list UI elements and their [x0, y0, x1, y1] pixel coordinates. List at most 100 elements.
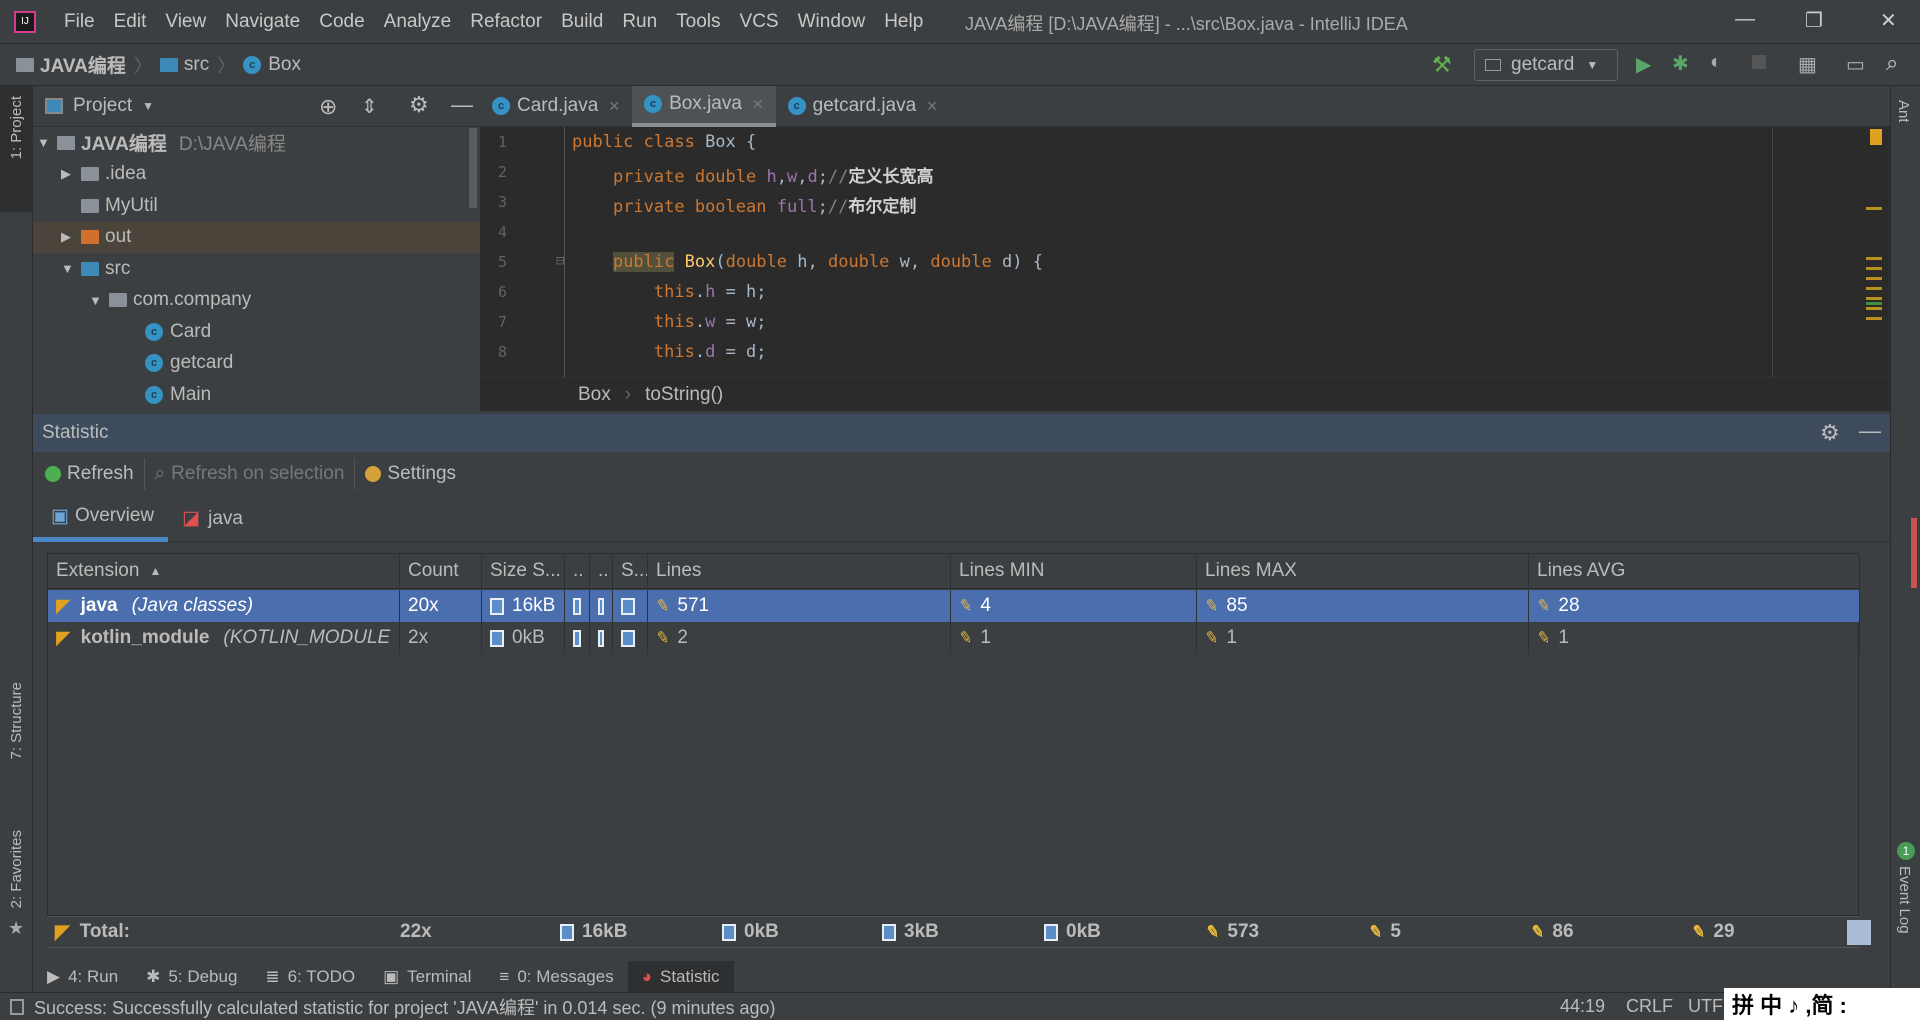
debug-tool-button[interactable]: ✱ 5: Debug — [132, 961, 251, 992]
file-encoding[interactable]: UTF — [1688, 996, 1723, 1017]
menu-help[interactable]: Help — [884, 11, 923, 33]
tree-item-out[interactable]: ▶ out — [33, 221, 480, 253]
minimize-button[interactable]: — — [1735, 8, 1755, 31]
close-tab-icon[interactable]: ✕ — [608, 98, 620, 115]
col-size-min[interactable]: .. — [565, 554, 590, 588]
tree-item-idea[interactable]: ▶ .idea — [33, 159, 480, 191]
statistic-tool-button[interactable]: ◕ Statistic — [627, 961, 734, 992]
todo-tool-button[interactable]: ≣ 6: TODO — [251, 961, 369, 992]
col-count[interactable]: Count — [400, 554, 482, 588]
menu-view[interactable]: View — [165, 11, 206, 33]
menu-analyze[interactable]: Analyze — [384, 11, 452, 33]
search-icon[interactable]: ⌕ — [1886, 50, 1898, 76]
tab-box-java[interactable]: c Box.java ✕ — [632, 85, 776, 127]
col-extension[interactable]: Extension ▲ — [48, 554, 400, 588]
terminal-tool-button[interactable]: ▣ Terminal — [369, 961, 485, 992]
tree-item-card[interactable]: c Card — [33, 316, 480, 348]
tool-windows-icon[interactable] — [10, 998, 24, 1015]
hide-icon[interactable]: — — [451, 92, 473, 118]
error-stripe-mark[interactable] — [1866, 302, 1882, 305]
tree-item-project-root[interactable]: ▼ JAVA编程 D:\JAVA编程 — [33, 127, 480, 159]
nav-src[interactable]: src — [184, 54, 209, 76]
fold-icon[interactable]: ⊟ — [556, 253, 564, 269]
run-tool-button[interactable]: ▶ 4: Run — [33, 961, 132, 992]
event-log-tool-button[interactable]: Event Log — [1896, 866, 1913, 934]
tree-item-myutil[interactable]: MyUtil — [33, 190, 480, 222]
project-tool-button[interactable]: 1: Project — [0, 86, 33, 212]
tree-item-main[interactable]: c Main — [33, 379, 480, 411]
menu-refactor[interactable]: Refactor — [470, 11, 542, 33]
menu-build[interactable]: Build — [561, 11, 603, 33]
project-structure-icon[interactable]: ▦ — [1798, 52, 1817, 77]
code-editor[interactable]: 1 2 3 4 5 6 7 8 ⊟ public class Box { pri… — [480, 127, 1890, 377]
build-hammer-icon[interactable]: ⚒ — [1432, 52, 1452, 78]
error-stripe-marks[interactable] — [1866, 257, 1882, 327]
crumb-box[interactable]: Box — [578, 384, 611, 406]
refresh-on-selection-button[interactable]: ⌕ Refresh on selection — [145, 458, 356, 490]
stop-icon[interactable] — [1752, 55, 1766, 69]
menu-navigate[interactable]: Navigate — [225, 11, 300, 33]
coverage-icon[interactable]: ◐ — [1710, 51, 1722, 74]
debug-icon[interactable]: ✱ — [1672, 51, 1689, 76]
ime-toolbar[interactable]: 拼 中 ♪ ,简 : — [1724, 988, 1920, 1020]
tab-card-java[interactable]: c Card.java ✕ — [480, 86, 632, 127]
menu-tools[interactable]: Tools — [676, 11, 720, 33]
gear-icon[interactable]: ⚙ — [1820, 420, 1840, 446]
tree-item-src[interactable]: ▼ src — [33, 253, 480, 285]
menu-run[interactable]: Run — [622, 11, 657, 33]
col-size[interactable]: Size S... — [482, 554, 565, 588]
ant-tool-button[interactable]: Ant — [1895, 100, 1912, 123]
col-size-max[interactable]: .. — [590, 554, 613, 588]
col-lines-min[interactable]: Lines MIN — [951, 554, 1197, 588]
runnable-class-icon: c — [145, 354, 163, 373]
menu-window[interactable]: Window — [798, 11, 866, 33]
table-row[interactable]: ◤ java (Java classes) 20x 16kB ✎ 571 ✎ 4 ✎ 85… — [48, 590, 1860, 622]
tree-item-package[interactable]: ▼ com.company — [33, 285, 480, 317]
settings-button[interactable]: Settings — [355, 458, 466, 490]
project-view-select[interactable]: Project — [73, 95, 132, 117]
chevron-down-icon[interactable]: ▼ — [142, 99, 154, 113]
menu-edit[interactable]: Edit — [114, 11, 147, 33]
nav-file[interactable]: Box — [268, 54, 301, 76]
crumb-tostring[interactable]: toString() — [645, 384, 723, 406]
close-tab-icon[interactable]: ✕ — [926, 98, 938, 115]
run-config-select[interactable]: getcard ▼ — [1474, 49, 1618, 81]
tab-getcard-java[interactable]: c getcard.java ✕ — [776, 86, 950, 127]
corner-button[interactable] — [1847, 920, 1871, 945]
col-size-avg[interactable]: S... — [613, 554, 648, 588]
col-lines-max[interactable]: Lines MAX — [1197, 554, 1529, 588]
col-lines-avg[interactable]: Lines AVG — [1529, 554, 1860, 588]
pencil-icon: ✎ — [1529, 922, 1546, 943]
structure-tool-button[interactable]: 7: Structure — [8, 682, 25, 760]
locate-icon[interactable]: ⊕ — [319, 94, 337, 120]
close-button[interactable]: ✕ — [1880, 8, 1897, 33]
nav-project[interactable]: JAVA编程 — [40, 51, 126, 78]
favorites-tool-button[interactable]: 2: Favorites — [8, 830, 25, 908]
restore-button[interactable]: ❐ — [1805, 8, 1823, 33]
disk-icon — [490, 597, 504, 615]
scroll-indicator[interactable] — [1911, 518, 1917, 588]
refresh-button[interactable]: Refresh — [33, 458, 145, 490]
messages-tool-button[interactable]: ≡ 0: Messages — [485, 961, 627, 992]
tab-overview[interactable]: ▣ Overview — [33, 496, 169, 542]
gear-icon[interactable]: ⚙ — [409, 92, 429, 118]
col-lines[interactable]: Lines — [648, 554, 951, 588]
error-stripe-mark[interactable] — [1866, 207, 1882, 210]
caret-position[interactable]: 44:19 — [1560, 996, 1605, 1017]
line-separator[interactable]: CRLF — [1626, 996, 1673, 1017]
collapse-all-icon[interactable]: ⇕ — [361, 94, 378, 119]
bug-icon: ✱ — [146, 966, 161, 986]
run-icon[interactable]: ▶ — [1636, 52, 1651, 77]
project-scrollbar[interactable] — [469, 128, 477, 208]
status-message[interactable]: Success: Successfully calculated statist… — [34, 994, 776, 1020]
tab-java[interactable]: ◪ java — [168, 496, 257, 542]
terminal-icon[interactable]: ▭ — [1846, 52, 1865, 77]
menu-file[interactable]: File — [64, 11, 95, 33]
analysis-status-icon[interactable] — [1870, 129, 1882, 145]
tree-item-getcard[interactable]: c getcard — [33, 348, 480, 380]
close-tab-icon[interactable]: ✕ — [752, 96, 764, 113]
hide-icon[interactable]: — — [1859, 418, 1881, 444]
menu-vcs[interactable]: VCS — [740, 11, 779, 33]
menu-code[interactable]: Code — [319, 11, 364, 33]
table-row[interactable]: ◤ kotlin_module (KOTLIN_MODULE 2x 0kB ✎ 2 ✎… — [48, 622, 1860, 654]
